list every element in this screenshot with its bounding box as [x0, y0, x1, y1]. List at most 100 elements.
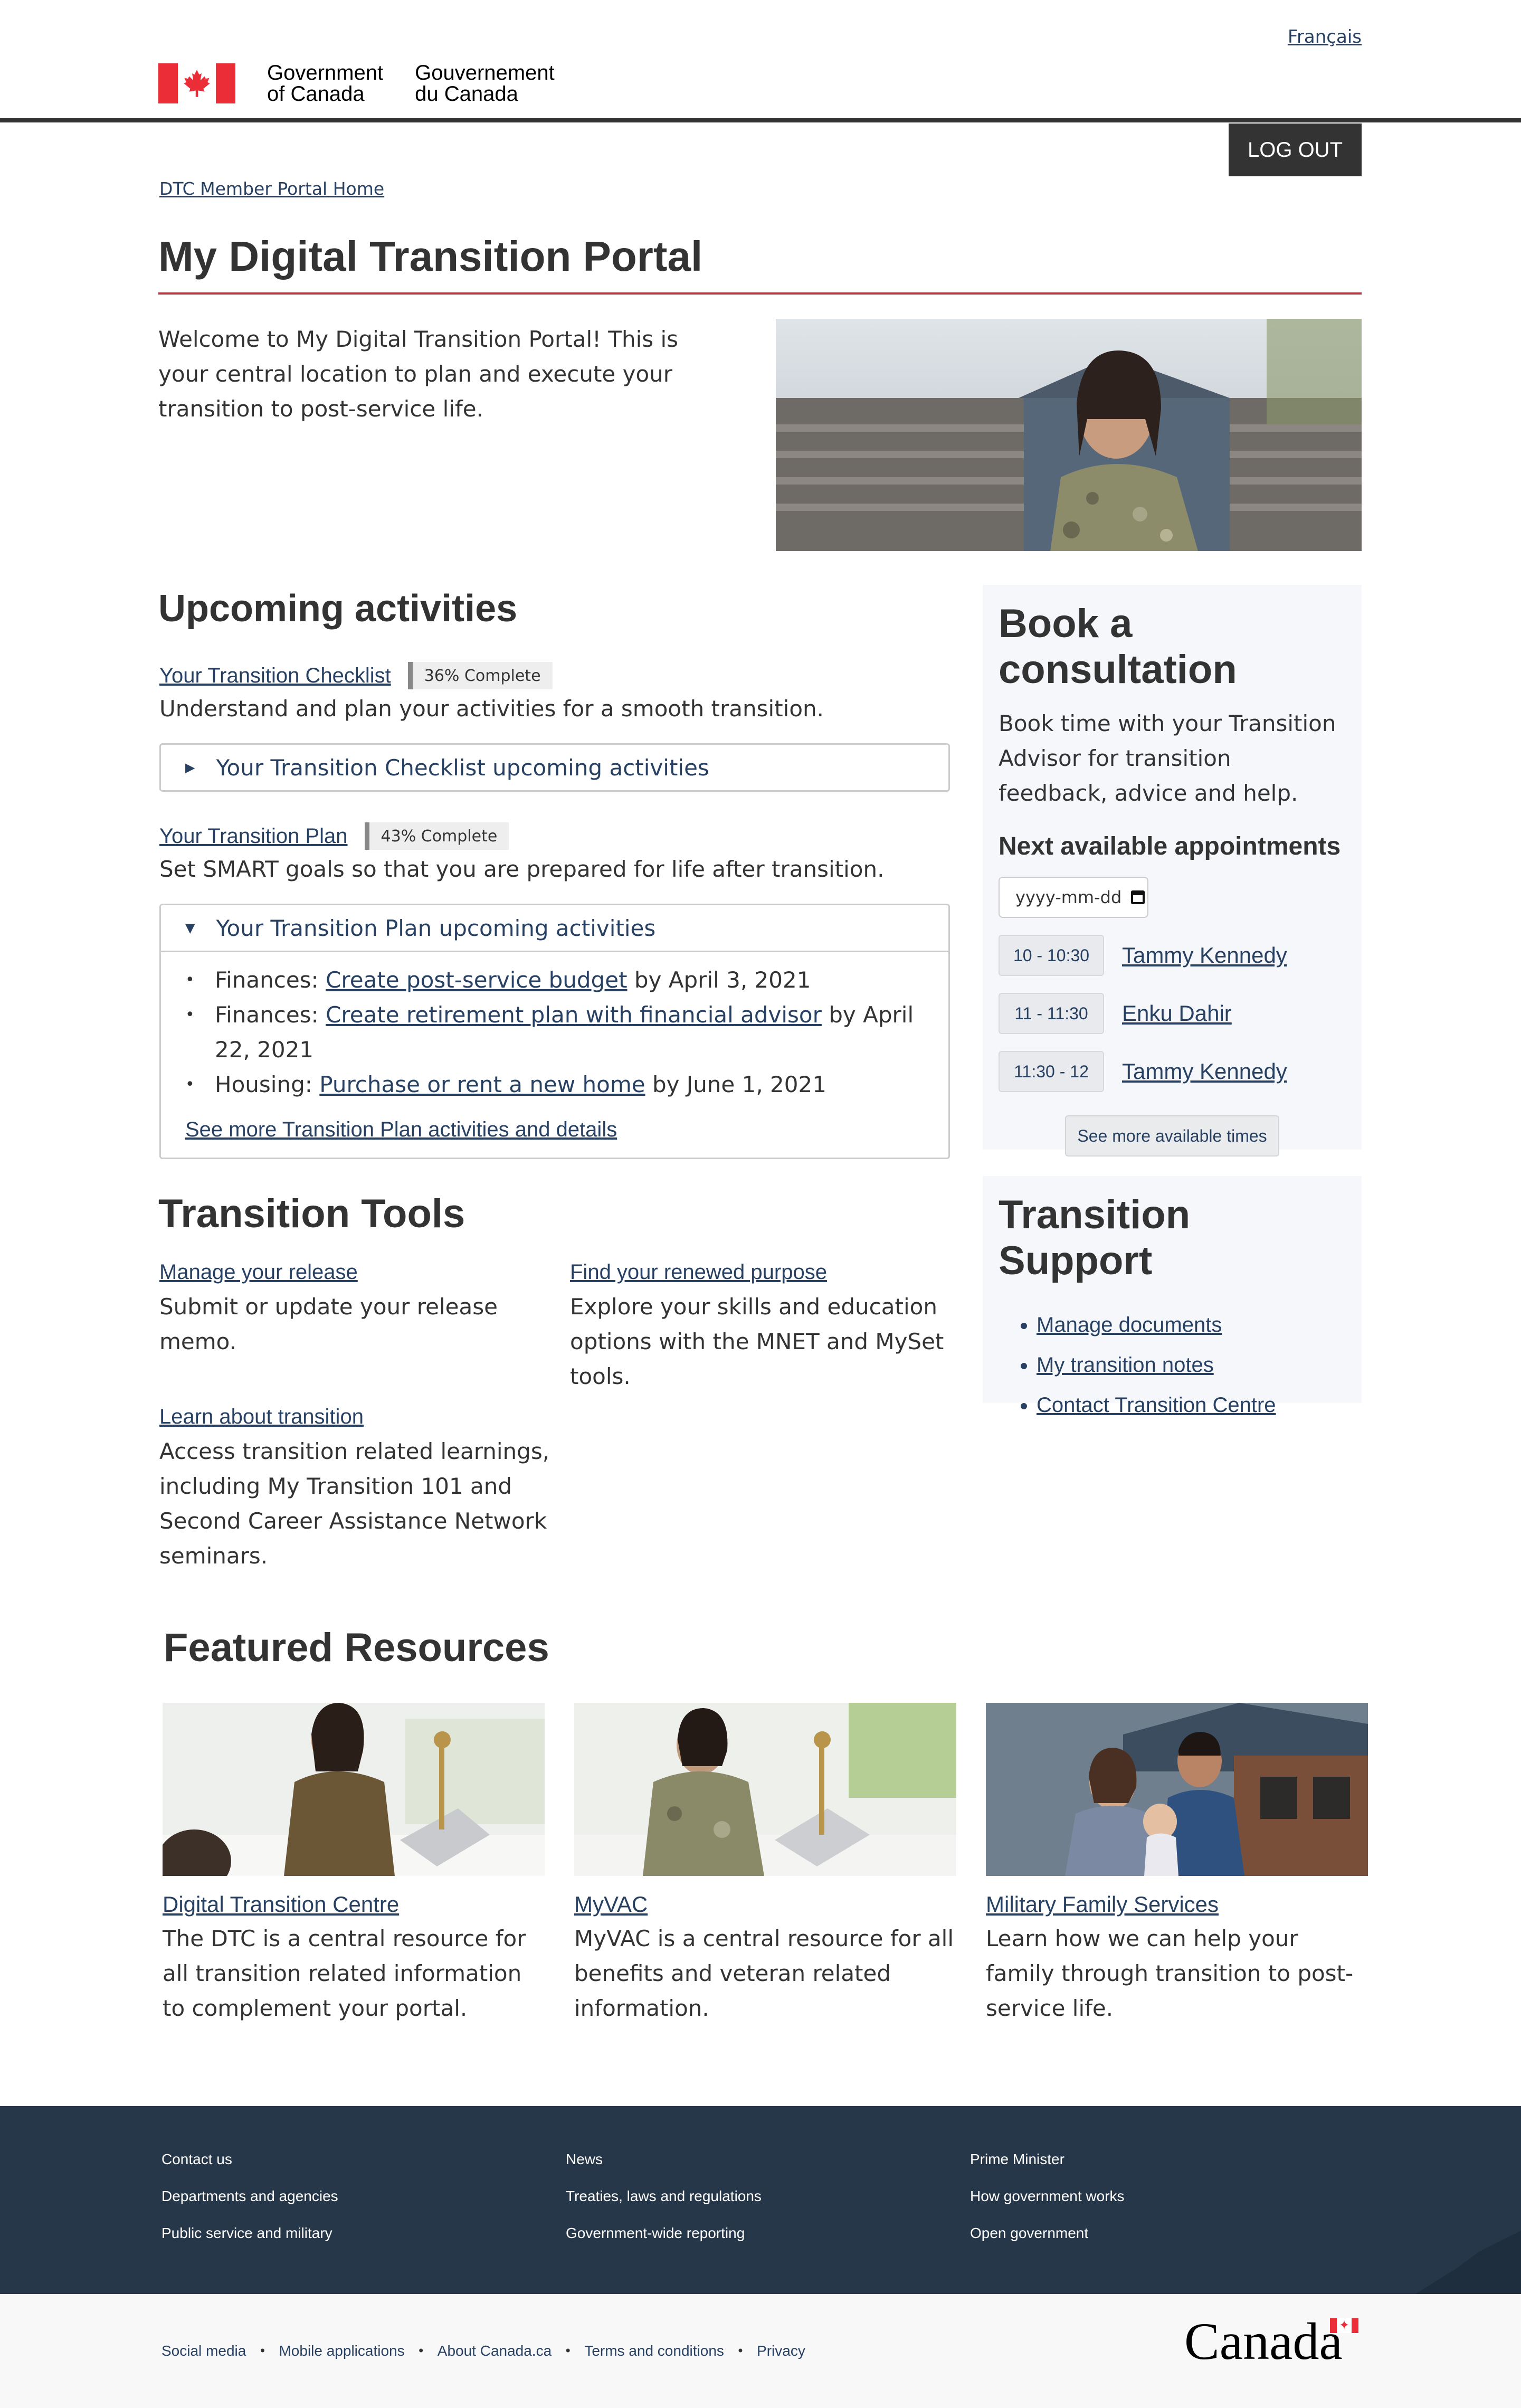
checklist-row: Your Transition Checklist 36% Complete — [159, 662, 553, 689]
plan-activity-list: Finances: Create post-service budget by … — [185, 963, 924, 1102]
footer-link[interactable]: Open government — [970, 2215, 1125, 2252]
military-family-resource-image[interactable] — [986, 1703, 1368, 1876]
resource-description: MyVAC is a central resource for all bene… — [574, 1926, 954, 2021]
support-links-list: Manage documents My transition notes Con… — [999, 1305, 1346, 1425]
footer-link[interactable]: Treaties, laws and regulations — [566, 2178, 762, 2215]
tool-item: Learn about transition Access transition… — [159, 1405, 550, 1573]
plan-upcoming-toggle[interactable]: ▼ Your Transition Plan upcoming activiti… — [161, 905, 948, 951]
tool-item: Manage your release Submit or update you… — [159, 1260, 550, 1359]
resource-card: MyVAC MyVAC is a central resource for al… — [574, 1703, 956, 2026]
separator-dot-icon: • — [417, 2344, 425, 2358]
upcoming-activities-heading: Upcoming activities — [158, 587, 518, 630]
footer-sub-links: Social media • Mobile applications • Abo… — [161, 2343, 805, 2359]
gov-name-en: Government of Canada — [267, 61, 384, 106]
manage-documents-link[interactable]: Manage documents — [1037, 1313, 1222, 1336]
site-footer-sub: Social media • Mobile applications • Abo… — [0, 2294, 1521, 2408]
renewed-purpose-link[interactable]: Find your renewed purpose — [570, 1260, 827, 1284]
calendar-icon[interactable] — [1131, 890, 1145, 904]
manage-release-link[interactable]: Manage your release — [159, 1260, 358, 1284]
footer-sub-link[interactable]: About Canada.ca — [438, 2343, 552, 2359]
appointment-date-input[interactable]: yyyy-mm-dd — [999, 877, 1148, 918]
list-item: Manage documents — [1037, 1305, 1346, 1345]
featured-resources-heading: Featured Resources — [164, 1625, 549, 1670]
appointment-slot: 10 - 10:30 Tammy Kennedy — [999, 935, 1346, 976]
gov-name-fr: Gouvernement du Canada — [415, 61, 555, 106]
footer-column: Prime Minister How government works Open… — [970, 2141, 1125, 2252]
book-consultation-panel: Book a consultation Book time with your … — [983, 585, 1362, 1156]
page-title: My Digital Transition Portal — [158, 232, 1362, 295]
footer-sub-link[interactable]: Terms and conditions — [584, 2343, 724, 2359]
transition-notes-link[interactable]: My transition notes — [1037, 1353, 1214, 1377]
footer-sub-link[interactable]: Privacy — [757, 2343, 805, 2359]
checklist-upcoming-details: ▶ Your Transition Checklist upcoming act… — [159, 743, 950, 792]
canada-wordmark: Canada ✦ — [1184, 2311, 1358, 2372]
advisor-link[interactable]: Tammy Kennedy — [1122, 1059, 1287, 1084]
list-item: Finances: Create retirement plan with fi… — [185, 998, 924, 1067]
transition-support-heading: Transition Support — [999, 1192, 1191, 1283]
list-item: Housing: Purchase or rent a new home by … — [185, 1067, 924, 1102]
dtc-resource-image[interactable] — [163, 1703, 545, 1876]
site-footer-main: Contact us Departments and agencies Publ… — [0, 2106, 1521, 2294]
checklist-upcoming-toggle[interactable]: ▶ Your Transition Checklist upcoming act… — [161, 745, 948, 790]
dtc-resource-link[interactable]: Digital Transition Centre — [163, 1892, 545, 1917]
footer-link[interactable]: News — [566, 2141, 762, 2178]
plan-activity-link[interactable]: Create retirement plan with financial ad… — [326, 1002, 822, 1028]
footer-link[interactable]: Prime Minister — [970, 2141, 1125, 2178]
plan-upcoming-details: ▼ Your Transition Plan upcoming activiti… — [159, 904, 950, 1159]
slot-time-badge[interactable]: 10 - 10:30 — [999, 935, 1104, 976]
tool-description: Access transition related learnings, inc… — [159, 1438, 550, 1569]
footer-link[interactable]: Departments and agencies — [161, 2178, 338, 2215]
plan-activity-link[interactable]: Create post-service budget — [326, 967, 627, 993]
language-toggle-link[interactable]: Français — [1288, 26, 1362, 48]
footer-link[interactable]: Government-wide reporting — [566, 2215, 762, 2252]
canada-flag-icon — [158, 63, 235, 103]
slot-time-badge[interactable]: 11:30 - 12 — [999, 1051, 1104, 1092]
footer-sub-link[interactable]: Mobile applications — [279, 2343, 404, 2359]
myvac-resource-image[interactable] — [574, 1703, 956, 1876]
transition-tools-heading: Transition Tools — [158, 1191, 465, 1236]
goc-signature[interactable]: Government of Canada Gouvernement du Can… — [158, 62, 555, 105]
plan-description: Set SMART goals so that you are prepared… — [159, 856, 885, 882]
intro-text: Welcome to My Digital Transition Portal!… — [158, 326, 679, 422]
caret-down-icon: ▼ — [185, 921, 195, 935]
checklist-description: Understand and plan your activities for … — [159, 696, 824, 722]
separator-dot-icon: • — [259, 2344, 267, 2358]
military-family-resource-link[interactable]: Military Family Services — [986, 1892, 1368, 1917]
separator-dot-icon: • — [736, 2344, 745, 2358]
learn-transition-link[interactable]: Learn about transition — [159, 1405, 364, 1428]
advisor-link[interactable]: Enku Dahir — [1122, 1001, 1232, 1026]
see-more-times-button[interactable]: See more available times — [1065, 1115, 1279, 1156]
site-header: Français Government of Canada Gouverneme… — [0, 0, 1521, 122]
hero-soldier-image — [776, 319, 1362, 551]
footer-link[interactable]: Public service and military — [161, 2215, 338, 2252]
consultation-description: Book time with your Transition Advisor f… — [999, 710, 1336, 806]
resource-card: Digital Transition Centre The DTC is a c… — [163, 1703, 545, 2026]
transition-checklist-link[interactable]: Your Transition Checklist — [159, 664, 391, 688]
consultation-heading: Book a consultation — [999, 601, 1237, 692]
footer-sub-link[interactable]: Social media — [161, 2343, 246, 2359]
tool-description: Explore your skills and education option… — [570, 1294, 944, 1389]
list-item: Finances: Create post-service budget by … — [185, 963, 924, 998]
tool-description: Submit or update your release memo. — [159, 1294, 498, 1354]
advisor-link[interactable]: Tammy Kennedy — [1122, 943, 1287, 968]
transition-plan-link[interactable]: Your Transition Plan — [159, 824, 348, 848]
separator-dot-icon: • — [564, 2344, 572, 2358]
transition-support-panel: Transition Support Manage documents My t… — [983, 1176, 1362, 1417]
contact-centre-link[interactable]: Contact Transition Centre — [1037, 1393, 1276, 1417]
see-more-plan-link[interactable]: See more Transition Plan activities and … — [185, 1118, 924, 1142]
list-item: Contact Transition Centre — [1037, 1385, 1346, 1425]
plan-activity-link[interactable]: Purchase or rent a new home — [319, 1072, 645, 1097]
tool-item: Find your renewed purpose Explore your s… — [570, 1260, 961, 1394]
resource-description: Learn how we can help your family throug… — [986, 1926, 1354, 2021]
footer-column: Contact us Departments and agencies Publ… — [161, 2141, 338, 2252]
caret-right-icon: ▶ — [185, 760, 195, 775]
plan-upcoming-list-container: Finances: Create post-service budget by … — [161, 951, 948, 1158]
footer-link[interactable]: Contact us — [161, 2141, 338, 2178]
footer-link[interactable]: How government works — [970, 2178, 1125, 2215]
plan-progress-badge: 43% Complete — [364, 822, 509, 850]
appointments-subheading: Next available appointments — [999, 832, 1341, 860]
breadcrumb-home-link[interactable]: DTC Member Portal Home — [159, 178, 384, 199]
myvac-resource-link[interactable]: MyVAC — [574, 1892, 956, 1917]
slot-time-badge[interactable]: 11 - 11:30 — [999, 993, 1104, 1034]
logout-button[interactable]: LOG OUT — [1229, 124, 1362, 176]
